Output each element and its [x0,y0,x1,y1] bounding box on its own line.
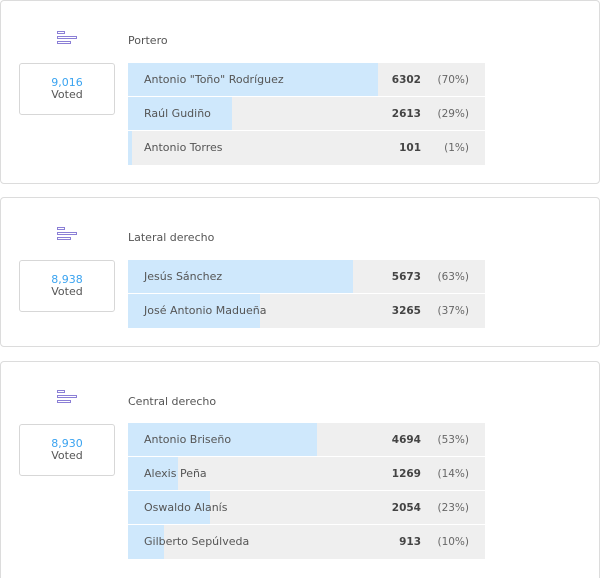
option-votes: 101 [399,142,421,154]
poll-option[interactable]: Antonio Torres 101 (1%) [128,131,485,165]
option-votes: 3265 [391,305,421,317]
option-list: Jesús Sánchez 5673 (63%) José Antonio Ma… [128,260,485,328]
option-name: Alexis Peña [144,467,207,480]
option-name: Gilberto Sepúlveda [144,535,250,548]
option-percent: (29%) [437,108,469,120]
voted-label: Voted [51,285,83,298]
option-percent: (14%) [437,468,469,480]
option-votes: 1269 [391,468,421,480]
option-votes: 2613 [391,108,421,120]
poll-option[interactable]: José Antonio Madueña 3265 (37%) [128,294,485,328]
option-name: Antonio Briseño [144,433,232,446]
option-list: Antonio "Toño" Rodríguez 6302 (70%) Raúl… [128,63,485,165]
poll-option[interactable]: Antonio "Toño" Rodríguez 6302 (70%) [128,63,485,97]
option-percent: (23%) [437,502,469,514]
voted-label: Voted [51,88,83,101]
poll-title: Portero [128,34,168,47]
option-name: Jesús Sánchez [144,270,223,283]
option-name: Oswaldo Alanís [144,501,228,514]
option-list: Antonio Briseño 4694 (53%) Alexis Peña 1… [128,423,485,559]
poll-title: Central derecho [128,395,217,408]
option-votes: 913 [399,536,421,548]
poll-option[interactable]: Antonio Briseño 4694 (53%) [128,423,485,457]
poll-bars-icon [57,390,77,406]
poll-card: Portero 9,016 Voted Antonio "Toño" Rodrí… [0,0,600,184]
poll-option[interactable]: Gilberto Sepúlveda 913 (10%) [128,525,485,559]
option-votes: 2054 [391,502,421,514]
poll-option[interactable]: Alexis Peña 1269 (14%) [128,457,485,491]
poll-card: Central derecho 8,930 Voted Antonio Bris… [0,361,600,578]
option-fill-bar [128,131,132,165]
poll-option[interactable]: Oswaldo Alanís 2054 (23%) [128,491,485,525]
option-votes: 4694 [391,434,421,446]
option-percent: (63%) [437,271,469,283]
poll-bars-icon [57,227,77,243]
vote-total-box: 8,938 Voted [19,260,115,312]
option-percent: (1%) [444,142,469,154]
poll-title: Lateral derecho [128,231,215,244]
vote-total-box: 8,930 Voted [19,424,115,476]
vote-total-box: 9,016 Voted [19,63,115,115]
option-percent: (37%) [437,305,469,317]
option-votes: 5673 [391,271,421,283]
option-name: Antonio Torres [144,141,223,154]
option-name: Antonio "Toño" Rodríguez [144,73,284,86]
poll-option[interactable]: Jesús Sánchez 5673 (63%) [128,260,485,294]
poll-card: Lateral derecho 8,938 Voted Jesús Sánche… [0,197,600,347]
option-percent: (10%) [437,536,469,548]
poll-option[interactable]: Raúl Gudiño 2613 (29%) [128,97,485,131]
voted-label: Voted [51,449,83,462]
option-percent: (70%) [437,74,469,86]
option-votes: 6302 [391,74,421,86]
poll-bars-icon [57,31,77,47]
option-name: Raúl Gudiño [144,107,211,120]
option-name: José Antonio Madueña [144,304,267,317]
option-percent: (53%) [437,434,469,446]
